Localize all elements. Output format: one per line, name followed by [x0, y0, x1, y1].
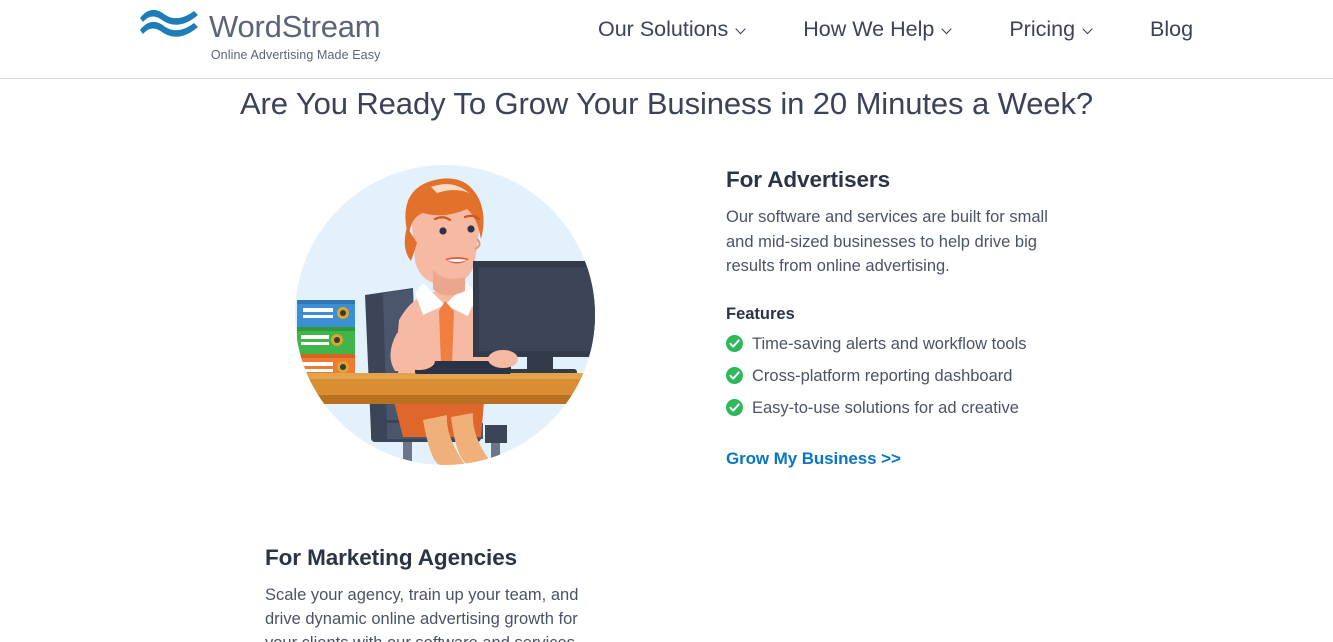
nav-item-blog[interactable]: Blog	[1150, 17, 1193, 42]
nav-item-label: Pricing	[1009, 17, 1076, 41]
features-heading: Features	[726, 304, 795, 323]
nav-item-how-we-help[interactable]: How We Help	[803, 17, 976, 42]
check-circle-icon	[726, 367, 743, 384]
nav-item-label: Blog	[1150, 17, 1194, 41]
grow-my-business-link[interactable]: Grow My Business >>	[726, 449, 901, 469]
list-item: Easy-to-use solutions for ad creative	[726, 397, 1076, 419]
chevron-down-icon	[1082, 28, 1093, 35]
logo-tagline: Online Advertising Made Easy	[210, 48, 381, 62]
advertisers-section: For Advertisers Our software and service…	[726, 167, 1076, 469]
feature-label: Cross-platform reporting dashboard	[752, 366, 1013, 385]
chevron-down-icon	[735, 28, 746, 35]
check-circle-icon	[726, 335, 743, 352]
wave-icon	[138, 8, 200, 45]
nav-item-our-solutions[interactable]: Our Solutions	[598, 17, 770, 42]
list-item: Time-saving alerts and workflow tools	[726, 333, 1076, 355]
nav-item-pricing[interactable]: Pricing	[1009, 17, 1117, 42]
advertisers-heading: For Advertisers	[726, 167, 890, 192]
agencies-heading: For Marketing Agencies	[265, 545, 518, 570]
logo-wordmark: WordStream	[209, 9, 381, 44]
logo-row: WordStream	[138, 8, 381, 45]
woman-at-desk-illustration	[295, 165, 595, 465]
chevron-down-icon	[941, 28, 952, 35]
feature-label: Time-saving alerts and workflow tools	[752, 334, 1027, 353]
agencies-section: For Marketing Agencies Scale your agency…	[265, 545, 605, 642]
nav-item-label: How We Help	[803, 17, 935, 41]
check-circle-icon	[726, 399, 743, 416]
list-item: Cross-platform reporting dashboard	[726, 365, 1076, 387]
site-header: WordStream Online Advertising Made Easy …	[0, 0, 1333, 79]
logo-link[interactable]: WordStream Online Advertising Made Easy	[138, 8, 381, 62]
features-list: Time-saving alerts and workflow tools Cr…	[726, 333, 1076, 419]
content-area: For Advertisers Our software and service…	[0, 79, 1333, 642]
advertisers-paragraph: Our software and services are built for …	[726, 208, 1048, 275]
agencies-paragraph: Scale your agency, train up your team, a…	[265, 586, 579, 642]
main-navigation: Our Solutions How We Help Pricing Blog	[598, 17, 1193, 42]
feature-label: Easy-to-use solutions for ad creative	[752, 398, 1019, 417]
nav-item-label: Our Solutions	[598, 17, 729, 41]
